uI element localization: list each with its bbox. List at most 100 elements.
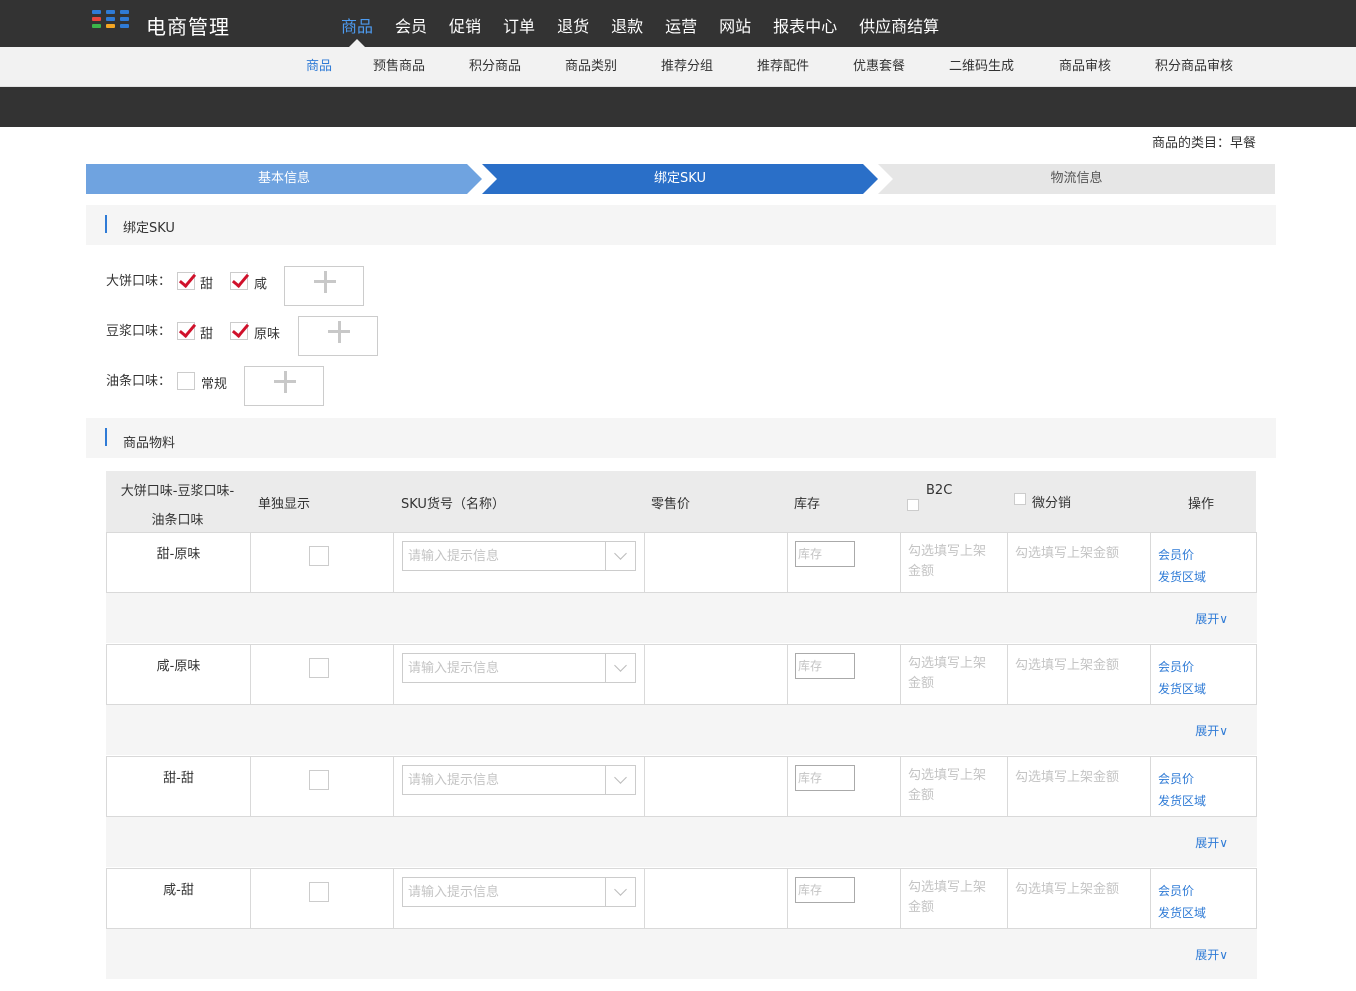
section-title: 绑定SKU <box>123 221 175 236</box>
add-option-button[interactable] <box>284 266 364 306</box>
micro-price-hint: 勾选填写上架金额 <box>1015 882 1120 897</box>
chevron-down-icon[interactable] <box>605 542 635 570</box>
sub-nav-item[interactable]: 优惠套餐 <box>853 47 905 87</box>
main-nav-item[interactable]: 订单 <box>492 0 546 47</box>
sku-input[interactable] <box>403 878 606 906</box>
expand-link[interactable]: 展开∨ <box>1195 610 1228 627</box>
header-sku: SKU货号（名称） <box>401 497 505 512</box>
ship-area-link[interactable]: 发货区域 <box>1158 792 1206 809</box>
step-bind-sku[interactable]: 绑定SKU <box>482 164 878 194</box>
b2c-price-hint: 勾选填写上架金额 <box>908 544 987 579</box>
single-display-checkbox[interactable] <box>309 770 329 790</box>
stock-input[interactable] <box>795 877 855 903</box>
combo-name: 咸-甜 <box>163 883 194 898</box>
micro-price-hint: 勾选填写上架金额 <box>1015 658 1120 673</box>
member-price-link[interactable]: 会员价 <box>1158 546 1194 563</box>
add-option-button[interactable] <box>244 366 324 406</box>
sku-select[interactable] <box>402 765 636 795</box>
sub-nav-item[interactable]: 商品 <box>306 47 332 87</box>
chevron-down-icon[interactable] <box>605 766 635 794</box>
sub-nav-item[interactable]: 商品审核 <box>1059 47 1111 87</box>
b2c-price-hint: 勾选填写上架金额 <box>908 656 987 691</box>
main-nav-item[interactable]: 网站 <box>708 0 762 47</box>
chevron-down-icon[interactable] <box>605 878 635 906</box>
column-divider <box>787 533 788 592</box>
column-divider <box>644 757 645 816</box>
expand-link[interactable]: 展开∨ <box>1195 834 1228 851</box>
add-option-button[interactable] <box>298 316 378 356</box>
step-logistics[interactable]: 物流信息 <box>878 164 1275 194</box>
sub-nav-item[interactable]: 推荐分组 <box>661 47 713 87</box>
sub-nav-item[interactable]: 预售商品 <box>373 47 425 87</box>
expand-row: 展开∨ <box>106 593 1257 643</box>
single-display-checkbox[interactable] <box>309 546 329 566</box>
header-single-display: 单独显示 <box>258 497 311 512</box>
member-price-link[interactable]: 会员价 <box>1158 658 1194 675</box>
expand-row: 展开∨ <box>106 929 1257 979</box>
step-basic-info[interactable]: 基本信息 <box>86 164 482 194</box>
sub-nav-item[interactable]: 积分商品审核 <box>1155 47 1233 87</box>
option-label: 原味 <box>254 327 281 342</box>
logo-icon <box>92 10 132 32</box>
sku-input[interactable] <box>403 766 606 794</box>
column-divider <box>1150 869 1151 928</box>
attribute-label: 大饼口味： <box>106 274 172 289</box>
single-display-checkbox[interactable] <box>309 882 329 902</box>
table-header: 大饼口味-豆浆口味- 油条口味 单独显示 SKU货号（名称） 零售价 库存 B2… <box>106 471 1256 532</box>
sub-nav-item[interactable]: 二维码生成 <box>949 47 1014 87</box>
header-stock: 库存 <box>794 497 821 512</box>
member-price-link[interactable]: 会员价 <box>1158 882 1194 899</box>
b2c-price-hint: 勾选填写上架金额 <box>908 880 987 915</box>
member-price-link[interactable]: 会员价 <box>1158 770 1194 787</box>
expand-link[interactable]: 展开∨ <box>1195 946 1228 963</box>
column-divider <box>1150 533 1151 592</box>
micro-select-all-checkbox[interactable] <box>1014 493 1026 505</box>
sku-input[interactable] <box>403 542 606 570</box>
sku-select[interactable] <box>402 541 636 571</box>
ship-area-link[interactable]: 发货区域 <box>1158 568 1206 585</box>
column-divider <box>900 533 901 592</box>
column-divider <box>787 869 788 928</box>
header-micro: 微分销 <box>1032 496 1072 511</box>
stock-input[interactable] <box>795 765 855 791</box>
stock-input[interactable] <box>795 541 855 567</box>
option-label: 咸 <box>254 277 268 292</box>
header-actions: 操作 <box>1188 497 1215 512</box>
column-divider <box>644 869 645 928</box>
column-divider <box>1007 869 1008 928</box>
option-checkbox-original[interactable] <box>230 322 248 340</box>
stock-input[interactable] <box>795 653 855 679</box>
main-nav-item[interactable]: 商品 <box>330 0 384 47</box>
header-b2c: B2C <box>926 483 953 498</box>
b2c-select-all-checkbox[interactable] <box>907 499 919 511</box>
sub-nav: 商品 预售商品 积分商品 商品类别 推荐分组 推荐配件 优惠套餐 二维码生成 商品审核 积分商品审… <box>0 47 1356 87</box>
table-row: 甜-原味 勾选填写上架金额 勾选填写上架金额 会员价发货区域 <box>106 532 1257 593</box>
column-divider <box>1007 645 1008 704</box>
main-nav-item[interactable]: 运营 <box>654 0 708 47</box>
main-nav-item[interactable]: 会员 <box>384 0 438 47</box>
sub-nav-item[interactable]: 推荐配件 <box>757 47 809 87</box>
sub-nav-item[interactable]: 商品类别 <box>565 47 617 87</box>
main-nav-item[interactable]: 退货 <box>546 0 600 47</box>
option-label: 常规 <box>201 377 228 392</box>
option-checkbox-regular[interactable] <box>177 372 195 390</box>
option-checkbox-sweet[interactable] <box>177 322 195 340</box>
option-checkbox-salty[interactable] <box>230 272 248 290</box>
ship-area-link[interactable]: 发货区域 <box>1158 904 1206 921</box>
option-checkbox-sweet[interactable] <box>177 272 195 290</box>
main-nav-item[interactable]: 报表中心 <box>762 0 848 47</box>
main-nav-item[interactable]: 供应商结算 <box>848 0 950 47</box>
single-display-checkbox[interactable] <box>309 658 329 678</box>
chevron-down-icon[interactable] <box>605 654 635 682</box>
column-divider <box>250 533 251 592</box>
main-nav-item[interactable]: 促销 <box>438 0 492 47</box>
category-text: 商品的类目：早餐 <box>1151 136 1256 151</box>
sub-nav-item[interactable]: 积分商品 <box>469 47 521 87</box>
sku-input[interactable] <box>403 654 606 682</box>
expand-link[interactable]: 展开∨ <box>1195 722 1228 739</box>
sku-select[interactable] <box>402 877 636 907</box>
sku-select[interactable] <box>402 653 636 683</box>
option-label: 甜 <box>200 327 214 342</box>
ship-area-link[interactable]: 发货区域 <box>1158 680 1206 697</box>
main-nav-item[interactable]: 退款 <box>600 0 654 47</box>
